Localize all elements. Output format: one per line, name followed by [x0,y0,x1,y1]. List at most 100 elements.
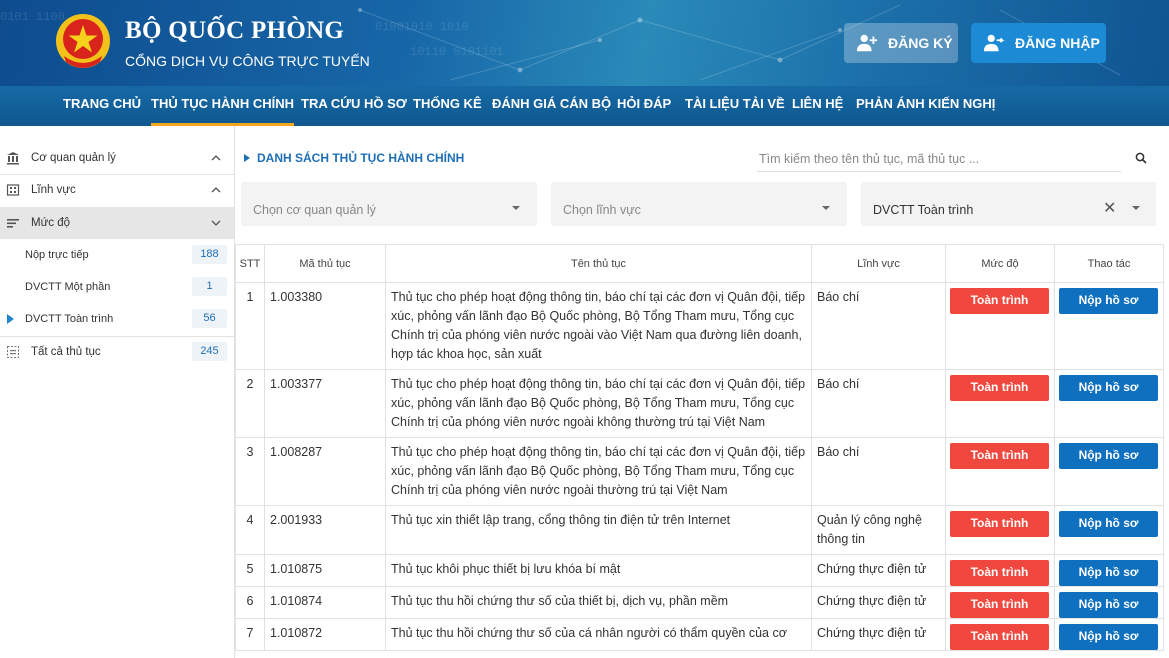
action-cell: Nộp hồ sơ [1054,586,1164,619]
nav-item-home[interactable]: TRANG CHỦ [63,86,141,126]
level-item-partial[interactable]: DVCTT Một phần 1 [0,271,234,303]
procedure-code: 1.010872 [264,618,386,651]
count-badge: 1 [192,277,227,296]
submit-button[interactable]: Nộp hồ sơ [1059,560,1158,586]
level-button[interactable]: Toàn trình [950,288,1049,314]
site-title: BỘ QUỐC PHÒNG [125,17,345,44]
submit-button[interactable]: Nộp hồ sơ [1059,511,1158,537]
procedure-code: 2.001933 [264,505,386,555]
level-button[interactable]: Toàn trình [950,592,1049,618]
level-button[interactable]: Toàn trình [950,511,1049,537]
level-button[interactable]: Toàn trình [950,375,1049,401]
nav-item-feedback[interactable]: PHẢN ÁNH KIẾN NGHỊ [856,86,995,126]
column-header: Lĩnh vực [811,244,946,283]
procedure-name: Thủ tục xin thiết lập trang, cổng thông … [385,505,812,555]
nav-item-staff-review[interactable]: ĐÁNH GIÁ CÁN BỘ [492,86,611,126]
level-item-label: DVCTT Một phần [25,281,111,293]
nav-item-downloads[interactable]: TÀI LIỆU TẢI VỀ [685,86,785,126]
action-cell: Nộp hồ sơ [1054,618,1164,651]
search-input[interactable] [757,146,1121,172]
procedure-code: 1.003380 [264,282,386,370]
login-label: ĐĂNG NHẬP [1015,35,1100,51]
agency-select[interactable]: Chọn cơ quan quản lý [241,182,537,226]
sidebar-item-all[interactable]: Tất cả thủ tục 245 [0,336,234,368]
nav-item-procedures[interactable]: THỦ TỤC HÀNH CHÍNH [151,86,294,126]
column-header: STT [235,244,265,283]
level-button[interactable]: Toàn trình [950,624,1049,650]
main-nav: TRANG CHỦ THỦ TỤC HÀNH CHÍNH TRA CỨU HỒ … [0,86,1169,126]
count-badge: 245 [192,342,227,361]
submit-button[interactable]: Nộp hồ sơ [1059,288,1158,314]
column-header: Thao tác [1054,244,1164,283]
search-icon[interactable] [1135,152,1147,164]
sidebar-item-label: Tất cả thủ tục [31,346,101,358]
nav-item-faq[interactable]: HỎI ĐÁP [617,86,671,126]
svg-text:10110 0101101: 10110 0101101 [410,45,504,59]
nav-item-lookup[interactable]: TRA CỨU HỒ SƠ [301,86,407,126]
action-cell: Nộp hồ sơ [1054,437,1164,506]
table-row: 1 1.003380 Thủ tục cho phép hoạt động th… [235,282,1164,370]
level-cell: Toàn trình [945,437,1055,506]
table-row: 6 1.010874 Thủ tục thu hồi chứng thư số … [235,586,1164,619]
row-index: 6 [235,586,265,619]
svg-text:01001010 1010: 01001010 1010 [375,20,469,34]
sidebar-item-label: Mức độ [31,217,71,229]
row-index: 2 [235,369,265,438]
sidebar-item-field[interactable]: Lĩnh vực [0,174,234,206]
level-button[interactable]: Toàn trình [950,560,1049,586]
submit-button[interactable]: Nộp hồ sơ [1059,624,1158,650]
level-cell: Toàn trình [945,505,1055,555]
table-row: 7 1.010872 Thủ tục thu hồi chứng thư số … [235,618,1164,651]
level-select[interactable]: DVCTT Toàn trình ✕ [861,182,1156,226]
count-badge: 188 [192,245,227,264]
procedure-field: Chứng thực điện tử [811,554,946,587]
procedure-name: Thủ tục thu hồi chứng thư số của cá nhân… [385,618,812,651]
level-item-direct[interactable]: Nộp trực tiếp 188 [0,239,234,271]
title-arrow-icon [244,154,250,162]
procedure-name: Thủ tục khôi phục thiết bị lưu khóa bí m… [385,554,812,587]
select-placeholder: Chọn cơ quan quản lý [253,203,376,217]
register-button[interactable]: ĐĂNG KÝ [844,23,958,63]
page-title: DANH SÁCH THỦ TỤC HÀNH CHÍNH [257,151,465,165]
nav-item-statistics[interactable]: THỐNG KÊ [413,86,482,126]
site-header: 01001010 1010 10110 0101101 0101 1100 BỘ… [0,0,1169,86]
table-row: 5 1.010875 Thủ tục khôi phục thiết bị lư… [235,554,1164,587]
nav-item-contact[interactable]: LIÊN HỆ [792,86,843,126]
procedure-name: Thủ tục cho phép hoạt động thông tin, bá… [385,369,812,438]
institution-icon [7,152,19,165]
submit-button[interactable]: Nộp hồ sơ [1059,443,1158,469]
sort-lines-icon [7,219,19,228]
sidebar-item-agency[interactable]: Cơ quan quản lý [0,142,234,174]
action-cell: Nộp hồ sơ [1054,505,1164,555]
login-user-icon [983,34,1005,52]
level-item-full[interactable]: DVCTT Toàn trình 56 [0,303,234,335]
submit-button[interactable]: Nộp hồ sơ [1059,375,1158,401]
building-icon [6,184,20,196]
procedure-name: Thủ tục thu hồi chứng thư số của thiết b… [385,586,812,619]
count-badge: 56 [192,309,227,328]
submit-button[interactable]: Nộp hồ sơ [1059,592,1158,618]
procedure-field: Báo chí [811,282,946,370]
select-placeholder: Chọn lĩnh vực [563,203,641,217]
procedure-code: 1.008287 [264,437,386,506]
column-header: Tên thủ tục [385,244,812,283]
sidebar-item-label: Lĩnh vực [31,184,76,196]
procedure-code: 1.010875 [264,554,386,587]
level-item-label: DVCTT Toàn trình [25,313,114,325]
field-select[interactable]: Chọn lĩnh vực [551,182,847,226]
login-button[interactable]: ĐĂNG NHẬP [971,23,1106,63]
table-header-row: STT Mã thủ tục Tên thủ tục Lĩnh vực Mức … [235,244,1164,283]
table-row: 4 2.001933 Thủ tục xin thiết lập trang, … [235,505,1164,555]
sidebar-item-level[interactable]: Mức độ [0,207,234,239]
chevron-up-icon [211,155,221,161]
row-index: 1 [235,282,265,370]
select-value: DVCTT Toàn trình [873,203,974,217]
row-index: 3 [235,437,265,506]
caret-down-icon [822,206,830,210]
level-button[interactable]: Toàn trình [950,443,1049,469]
procedures-table: STT Mã thủ tục Tên thủ tục Lĩnh vực Mức … [235,244,1164,651]
table-row: 2 1.003377 Thủ tục cho phép hoạt động th… [235,369,1164,438]
clear-icon[interactable]: ✕ [1103,198,1116,218]
procedure-field: Báo chí [811,369,946,438]
procedure-code: 1.003377 [264,369,386,438]
